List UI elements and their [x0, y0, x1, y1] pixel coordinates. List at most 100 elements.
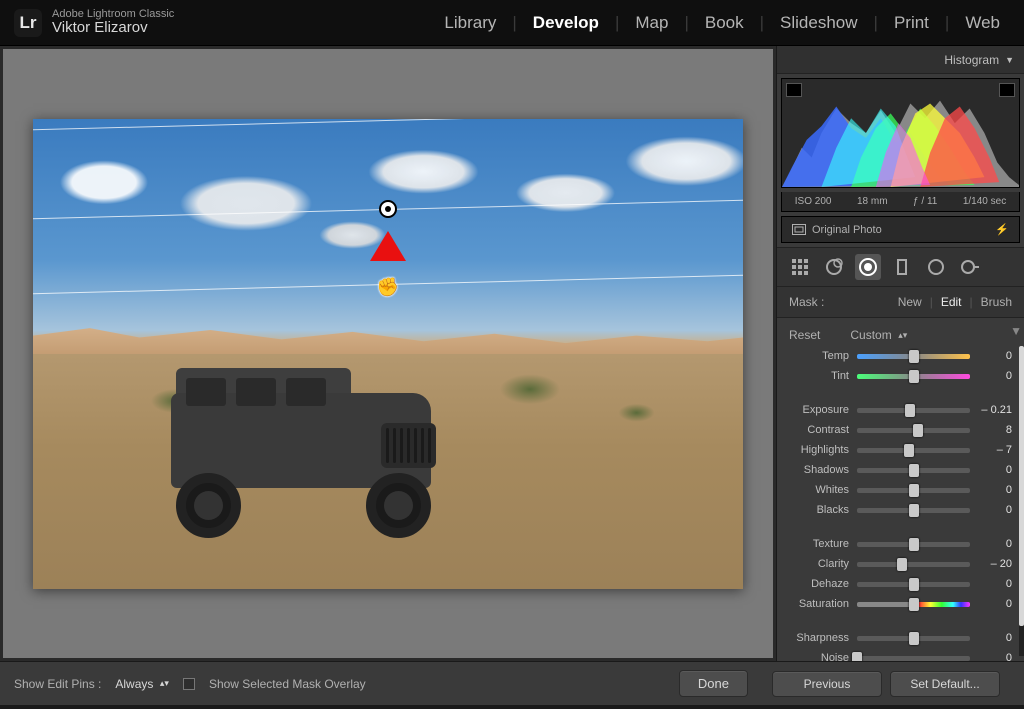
photo-clouds	[33, 119, 743, 331]
slider-noise[interactable]: Noise0	[789, 648, 1012, 661]
slider-knob[interactable]	[909, 504, 919, 517]
crop-tool[interactable]	[787, 254, 813, 280]
slider-knob[interactable]	[909, 578, 919, 591]
module-tab-book[interactable]: Book	[695, 13, 754, 33]
mask-overlay-checkbox[interactable]	[183, 678, 195, 690]
brush-tool[interactable]	[957, 254, 983, 280]
module-tab-slideshow[interactable]: Slideshow	[770, 13, 868, 33]
slider-texture[interactable]: Texture0	[789, 534, 1012, 554]
slider-exposure[interactable]: Exposure – 0.21	[789, 400, 1012, 420]
slider-blacks[interactable]: Blacks0	[789, 500, 1012, 520]
module-tab-library[interactable]: Library	[434, 13, 506, 33]
slider-sharpness[interactable]: Sharpness0	[789, 628, 1012, 648]
mask-mode-edit[interactable]: Edit	[941, 295, 962, 309]
slider-label: Noise	[789, 652, 849, 661]
slider-knob[interactable]	[909, 464, 919, 477]
slider-label: Highlights	[789, 444, 849, 456]
photo-canvas[interactable]: ✊	[33, 119, 743, 589]
slider-track[interactable]	[857, 562, 970, 567]
slider-track[interactable]	[857, 408, 970, 413]
original-photo-toggle[interactable]: Original Photo ⚡	[781, 216, 1020, 243]
slider-label: Contrast	[789, 424, 849, 436]
hist-shutter: 1/140 sec	[963, 196, 1006, 207]
module-tab-web[interactable]: Web	[955, 13, 1010, 33]
histogram[interactable]	[781, 78, 1020, 188]
slider-knob[interactable]	[913, 424, 923, 437]
module-tab-develop[interactable]: Develop	[523, 13, 609, 33]
highlight-clip-indicator[interactable]	[999, 83, 1015, 97]
reset-button[interactable]: Reset	[789, 328, 820, 342]
histogram-disclosure-icon[interactable]: ▼	[1005, 55, 1014, 65]
slider-whites[interactable]: Whites0	[789, 480, 1012, 500]
slider-value: 0	[978, 464, 1012, 476]
local-adjust-toolstrip	[777, 247, 1024, 287]
slider-label: Exposure	[789, 404, 849, 416]
panel-scrollbar-thumb[interactable]	[1019, 346, 1024, 626]
slider-knob[interactable]	[909, 350, 919, 363]
radial-filter-tool[interactable]	[889, 254, 915, 280]
slider-dehaze[interactable]: Dehaze0	[789, 574, 1012, 594]
slider-track[interactable]	[857, 374, 970, 379]
slider-track[interactable]	[857, 636, 970, 641]
slider-track[interactable]	[857, 542, 970, 547]
histogram-header[interactable]: Histogram ▼	[777, 46, 1024, 74]
slider-value: 0	[978, 350, 1012, 362]
mask-mode-row: Mask : New | Edit | Brush	[777, 287, 1024, 318]
flash-icon[interactable]: ⚡	[995, 223, 1009, 236]
histogram-metadata: ISO 200 18 mm ƒ / 11 1/140 sec	[781, 192, 1020, 212]
slider-knob[interactable]	[897, 558, 907, 571]
slider-knob[interactable]	[852, 652, 862, 662]
slider-knob[interactable]	[904, 444, 914, 457]
spot-removal-tool[interactable]	[821, 254, 847, 280]
slider-value: 0	[978, 504, 1012, 516]
redeye-tool[interactable]	[923, 254, 949, 280]
slider-temp[interactable]: Temp0	[789, 346, 1012, 366]
gradient-pin[interactable]	[379, 200, 397, 218]
slider-track[interactable]	[857, 602, 970, 607]
module-tabs: Library|Develop|Map|Book|Slideshow|Print…	[434, 13, 1010, 33]
slider-track[interactable]	[857, 428, 970, 433]
slider-track[interactable]	[857, 582, 970, 587]
module-tab-map[interactable]: Map	[625, 13, 678, 33]
slider-value: 0	[978, 484, 1012, 496]
canvas-area[interactable]: ✊	[0, 46, 776, 661]
app-logo: Lr	[14, 9, 42, 37]
slider-label: Clarity	[789, 558, 849, 570]
done-button[interactable]: Done	[679, 670, 748, 697]
hist-focal: 18 mm	[857, 196, 888, 207]
slider-clarity[interactable]: Clarity– 20	[789, 554, 1012, 574]
mask-mode-brush[interactable]: Brush	[981, 295, 1012, 309]
slider-track[interactable]	[857, 448, 970, 453]
slider-label: Tint	[789, 370, 849, 382]
slider-knob[interactable]	[905, 404, 915, 417]
slider-contrast[interactable]: Contrast 8	[789, 420, 1012, 440]
slider-highlights[interactable]: Highlights– 7	[789, 440, 1012, 460]
slider-saturation[interactable]: Saturation0	[789, 594, 1012, 614]
slider-knob[interactable]	[909, 370, 919, 383]
slider-shadows[interactable]: Shadows0	[789, 460, 1012, 480]
slider-track[interactable]	[857, 354, 970, 359]
shadow-clip-indicator[interactable]	[786, 83, 802, 97]
slider-knob[interactable]	[909, 632, 919, 645]
profile-dropdown[interactable]: Custom ▴▾	[850, 328, 907, 342]
slider-track[interactable]	[857, 508, 970, 513]
slider-track[interactable]	[857, 468, 970, 473]
show-pins-dropdown[interactable]: Always ▴▾	[115, 677, 169, 691]
set-default-button[interactable]: Set Default...	[890, 671, 1000, 697]
module-tab-print[interactable]: Print	[884, 13, 939, 33]
slider-tint[interactable]: Tint0	[789, 366, 1012, 386]
panel-scrollbar-track[interactable]	[1019, 346, 1024, 656]
slider-track[interactable]	[857, 656, 970, 661]
slider-track[interactable]	[857, 488, 970, 493]
slider-knob[interactable]	[909, 484, 919, 497]
slider-value: – 0.21	[978, 404, 1012, 416]
slider-knob[interactable]	[909, 538, 919, 551]
graduated-filter-tool[interactable]	[855, 254, 881, 280]
mask-mode-new[interactable]: New	[898, 295, 922, 309]
histogram-graph	[782, 79, 1019, 187]
slider-value: 8	[978, 424, 1012, 436]
previous-button[interactable]: Previous	[772, 671, 882, 697]
adjustment-sliders: ▼ Reset Custom ▴▾ Temp0Tint0Exposure– 0.…	[777, 318, 1024, 661]
slider-knob[interactable]	[909, 598, 919, 611]
panel-disclosure-icon[interactable]: ▼	[1010, 324, 1022, 338]
